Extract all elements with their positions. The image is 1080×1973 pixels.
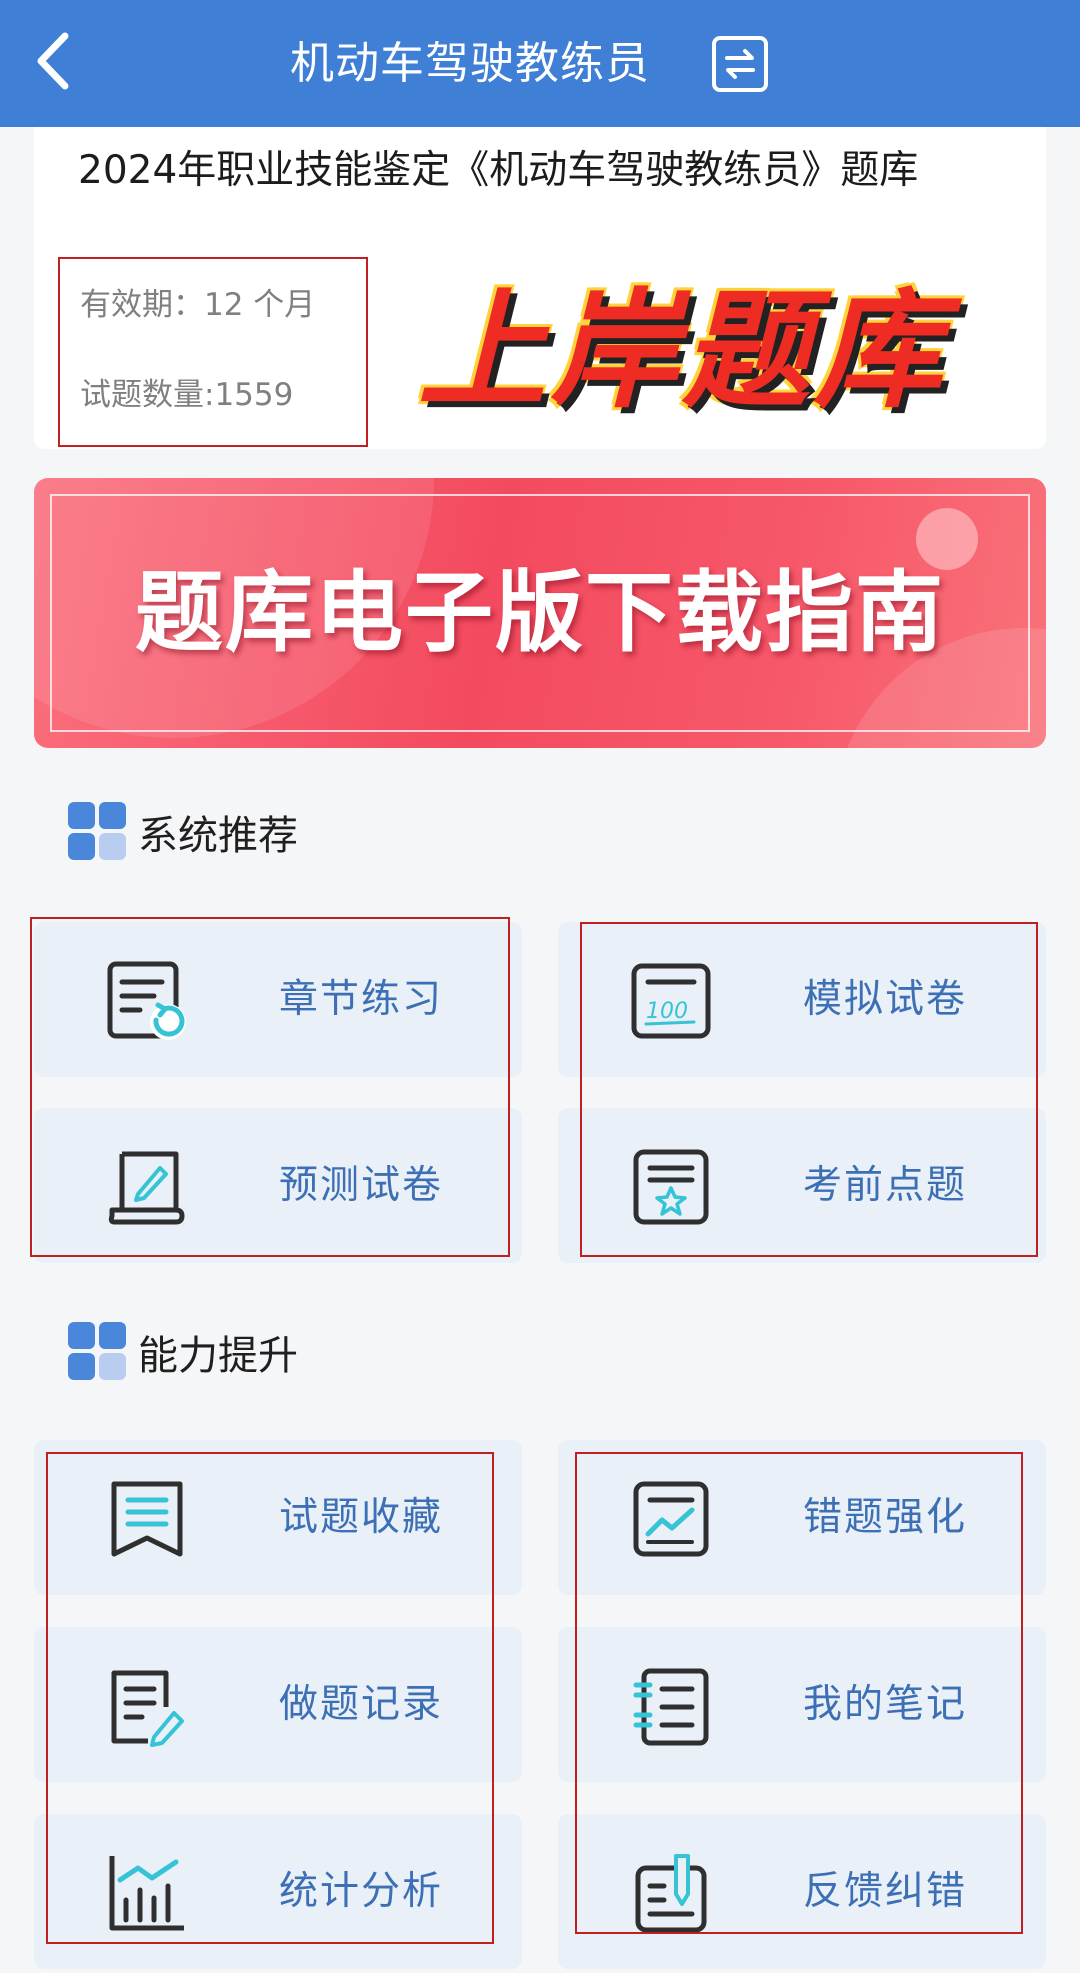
section-title: 能力提升 — [138, 1333, 298, 1379]
tile-mock-exam[interactable]: 100 模拟试卷 — [558, 922, 1046, 1077]
question-count-text: 试题数量:1559 — [80, 377, 294, 413]
tile-favorites[interactable]: 试题收藏 — [34, 1440, 522, 1595]
svg-text:100: 100 — [646, 999, 688, 1024]
banner-text: 题库电子版下载指南 — [134, 561, 945, 664]
tile-label: 模拟试卷 — [803, 977, 968, 1022]
tile-label: 章节练习 — [279, 977, 444, 1022]
chapter-refresh-icon — [107, 961, 186, 1040]
tile-predict-exam[interactable]: 预测试卷 — [34, 1108, 522, 1263]
section-header-recommend: 系统推荐 — [68, 802, 298, 862]
tile-label: 考前点题 — [803, 1163, 968, 1208]
grid-icon — [68, 1322, 128, 1382]
section-header-improve: 能力提升 — [68, 1322, 298, 1382]
scroll-pen-icon — [108, 1151, 185, 1225]
feedback-pen-icon — [635, 1854, 707, 1933]
tile-label: 预测试卷 — [279, 1163, 444, 1208]
exam-info-card: 2024年职业技能鉴定《机动车驾驶教练员》题库 有效期：12 个月 试题数量:1… — [34, 127, 1046, 449]
tile-mistakes[interactable]: 错题强化 — [558, 1440, 1046, 1595]
tile-label: 我的笔记 — [803, 1682, 968, 1727]
tile-label: 做题记录 — [279, 1682, 444, 1727]
tile-label: 试题收藏 — [279, 1495, 444, 1540]
notebook-icon — [633, 1668, 709, 1746]
tile-history[interactable]: 做题记录 — [34, 1627, 522, 1782]
bookmark-icon — [111, 1481, 183, 1557]
tile-label: 错题强化 — [803, 1495, 968, 1540]
tile-notes[interactable]: 我的笔记 — [558, 1627, 1046, 1782]
section-title: 系统推荐 — [138, 813, 298, 859]
promo-stamp: 上岸题库 — [418, 277, 947, 426]
doc-pen-icon — [111, 1670, 184, 1747]
tile-label: 反馈纠错 — [803, 1869, 968, 1914]
validity-text: 有效期：12 个月 — [80, 287, 316, 323]
star-doc-icon — [633, 1149, 709, 1225]
back-button[interactable] — [18, 26, 88, 96]
swap-icon — [725, 49, 755, 79]
tile-statistics[interactable]: 统计分析 — [34, 1814, 522, 1969]
tile-feedback[interactable]: 反馈纠错 — [558, 1814, 1046, 1969]
download-guide-banner[interactable]: 题库电子版下载指南 — [34, 478, 1046, 748]
grid-icon — [68, 802, 128, 862]
exam-meta-box: 有效期：12 个月 试题数量:1559 — [58, 257, 368, 447]
score-100-icon: 100 — [631, 963, 711, 1039]
bar-chart-icon — [109, 1856, 184, 1931]
tile-label: 统计分析 — [279, 1869, 444, 1914]
trend-doc-icon — [633, 1481, 709, 1557]
chevron-left-icon — [37, 32, 69, 90]
page-title: 机动车驾驶教练员 — [290, 38, 650, 89]
top-bar: 机动车驾驶教练员 — [0, 0, 1080, 127]
switch-exam-button[interactable] — [712, 36, 768, 92]
tile-chapter-practice[interactable]: 章节练习 — [34, 922, 522, 1077]
exam-title: 2024年职业技能鉴定《机动车驾驶教练员》题库 — [78, 148, 919, 193]
tile-pre-exam-tips[interactable]: 考前点题 — [558, 1108, 1046, 1263]
